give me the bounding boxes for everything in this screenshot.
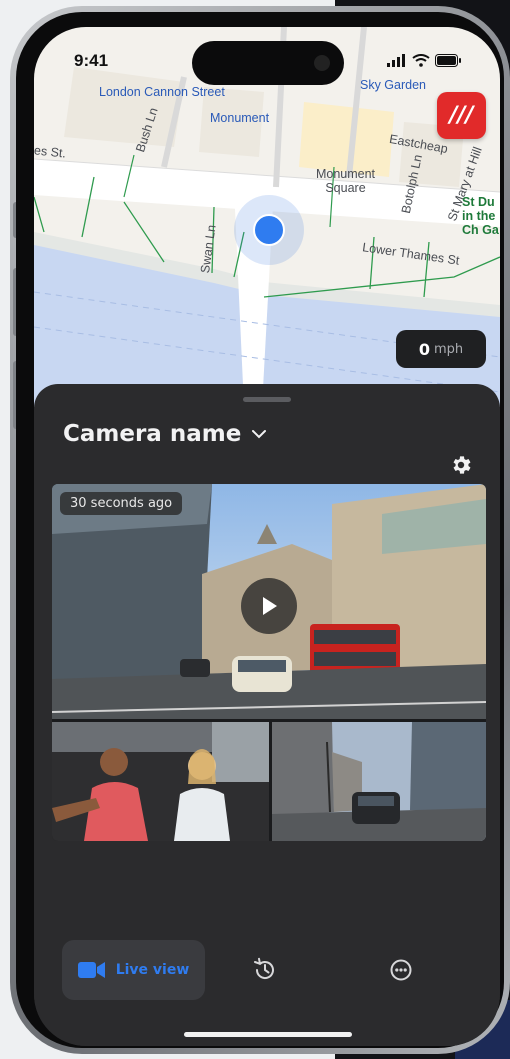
current-location-dot[interactable]: [253, 214, 285, 246]
camera-bottom-sheet: Camera name 30 seconds ago Live view: [34, 384, 500, 1046]
rear-camera-feed[interactable]: [272, 722, 486, 841]
app-logo-button[interactable]: ///: [437, 92, 486, 139]
cabin-scene: [52, 722, 269, 841]
map-label-monument[interactable]: Monument: [210, 111, 269, 125]
camera-selector[interactable]: Camera name: [63, 421, 267, 447]
speed-value: 0: [418, 339, 430, 359]
cabin-camera-feed[interactable]: [52, 722, 269, 841]
map-label-monument-square: Monument Square: [315, 167, 376, 195]
rear-scene: [272, 722, 486, 841]
live-view-frame[interactable]: 30 seconds ago: [52, 484, 486, 841]
signal-icon: [387, 54, 405, 67]
status-icons: [387, 54, 462, 67]
play-button[interactable]: [241, 578, 297, 634]
tab-live-view-label: Live view: [115, 962, 190, 978]
battery-icon: [435, 54, 461, 67]
gear-icon[interactable]: [449, 453, 473, 477]
chevron-down-icon: [252, 430, 267, 439]
front-camera-lens: [314, 55, 330, 71]
map-label-cannon-street[interactable]: London Cannon Street: [99, 85, 225, 99]
play-icon: [263, 597, 277, 615]
more-dots-icon[interactable]: [387, 956, 415, 984]
tab-live-view[interactable]: Live view: [62, 940, 205, 1000]
wifi-icon: [412, 54, 430, 67]
bottom-tab-bar: Live view: [62, 940, 472, 1002]
dynamic-island: [192, 41, 344, 85]
speed-unit: mph: [433, 341, 464, 357]
camera-name: Camera name: [63, 421, 242, 447]
sheet-grabber[interactable]: [243, 397, 291, 402]
history-icon[interactable]: [251, 956, 279, 984]
front-camera-feed[interactable]: 30 seconds ago: [52, 484, 486, 719]
live-timestamp: 30 seconds ago: [60, 492, 183, 515]
video-camera-icon: [77, 962, 105, 978]
map-label-st-dunstan[interactable]: St Du in the Ch Ga: [462, 195, 500, 237]
speed-indicator: 0 mph: [396, 330, 486, 368]
home-indicator[interactable]: [184, 1032, 352, 1037]
map-label-sky-garden[interactable]: Sky Garden: [360, 78, 426, 92]
phone-screen: London Cannon Street Monument Sky Garden…: [34, 27, 500, 1046]
status-time: 9:41: [74, 51, 109, 70]
